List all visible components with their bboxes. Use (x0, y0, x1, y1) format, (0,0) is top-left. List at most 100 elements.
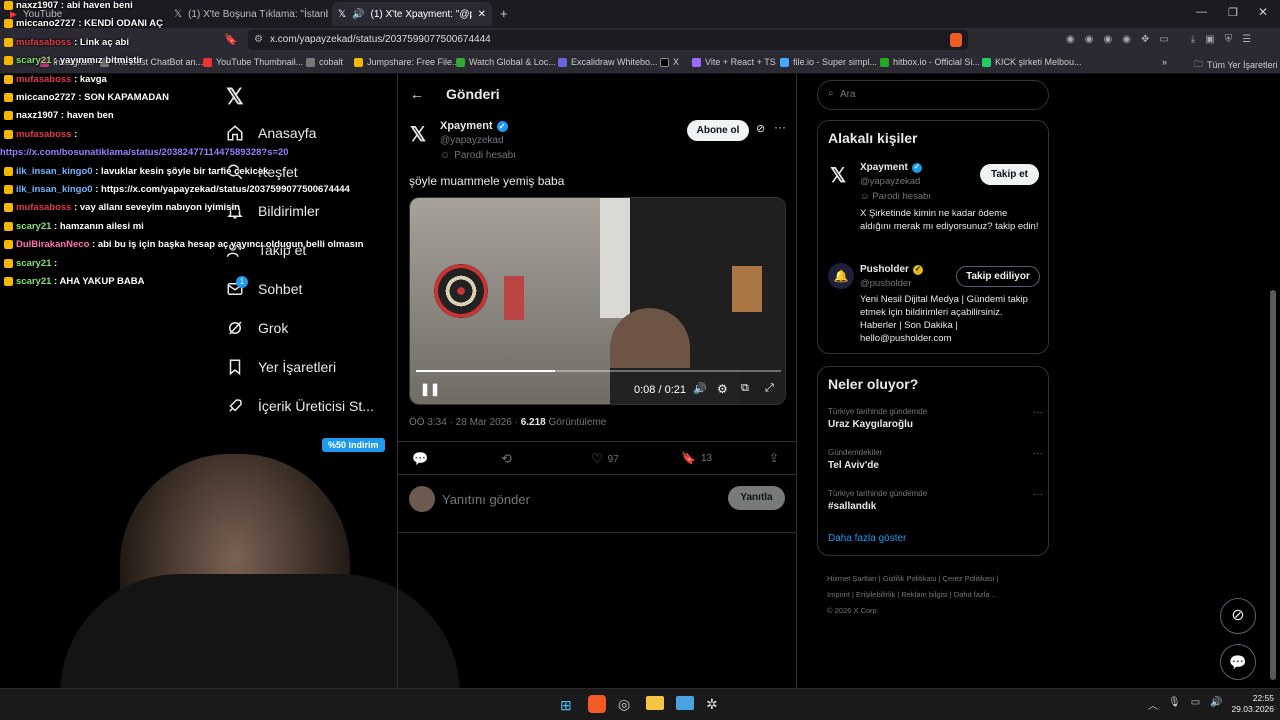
footer-link[interactable]: Erişilebilirlik (856, 590, 895, 599)
chat-username[interactable]: miccano2727 (16, 18, 76, 29)
reply-input[interactable]: Yanıtını gönder (442, 492, 530, 507)
repost-icon[interactable]: ⟲ (501, 451, 512, 467)
chat-username[interactable]: scary21 (16, 55, 51, 66)
footer-link[interactable]: Çerez Politikası (943, 574, 995, 583)
footer-link[interactable]: Hizmet Şartları (827, 574, 877, 583)
pause-icon[interactable]: ❚❚ (420, 382, 440, 396)
puzzle-icon[interactable]: ✥ (1141, 34, 1149, 45)
settings-icon[interactable]: ⚙ (717, 382, 728, 396)
grok-icon[interactable]: ⊘ (756, 122, 765, 135)
avatar[interactable]: 𝕏 (830, 163, 846, 188)
back-arrow-icon[interactable]: ← (410, 86, 424, 102)
nav-grok[interactable]: Grok (226, 319, 288, 337)
bookmark-item[interactable]: Vite + React + TS (692, 57, 776, 67)
author-handle[interactable]: @yapayzekad (440, 135, 504, 146)
network-icon[interactable]: ▭ (1191, 697, 1200, 712)
more-icon[interactable]: ··· (1033, 407, 1043, 418)
pip-icon[interactable]: ⧉ (741, 382, 749, 395)
chat-username[interactable]: mufasaboss (16, 129, 71, 140)
brave-icon[interactable] (588, 695, 606, 713)
chatgpt-icon[interactable]: ✲ (706, 696, 718, 713)
bookmarks-overflow-icon[interactable]: » (1162, 57, 1167, 67)
download-icon[interactable]: ⤓ (1191, 34, 1195, 45)
like-button[interactable]: ♡ 97 (591, 451, 619, 467)
chat-username[interactable]: miccano2727 (16, 92, 76, 103)
chat-username[interactable]: mufasaboss (16, 74, 71, 85)
bookmark-item[interactable]: Excalidraw Whitebo... (558, 57, 658, 67)
trend-item[interactable]: Gündemdekiler Tel Aviv'de ··· (828, 448, 1043, 471)
video-progress-track[interactable] (416, 370, 781, 372)
bell-icon[interactable]: 🔔 (828, 263, 854, 289)
chevron-up-icon[interactable]: ︿ (1148, 697, 1158, 712)
close-tab-icon[interactable]: ✕ (478, 9, 486, 20)
steam-icon[interactable]: ◎ (618, 696, 630, 713)
more-icon[interactable]: ··· (1033, 489, 1043, 500)
nav-creator-studio[interactable]: İçerik Üreticisi St... (226, 397, 374, 415)
menu-icon[interactable]: ☰ (1242, 34, 1251, 45)
fullscreen-icon[interactable]: ⤢ (765, 382, 774, 395)
bookmark-item[interactable]: file.io - Super simpl... (780, 57, 877, 67)
close-window-button[interactable]: ✕ (1258, 5, 1268, 19)
brave-shield-icon[interactable] (950, 33, 962, 47)
footer-link[interactable]: Imprint (827, 590, 850, 599)
chat-username[interactable]: naxz1907 (16, 110, 58, 121)
person-handle[interactable]: @yapayzekad (860, 176, 920, 187)
show-more-link[interactable]: Daha fazla göster (828, 533, 906, 544)
more-icon[interactable]: ··· (1033, 448, 1043, 459)
author-row[interactable]: Xpayment ✓ (440, 120, 508, 132)
extension-icon[interactable]: ◉ (1085, 34, 1094, 45)
chat-username[interactable]: scary21 (16, 221, 51, 232)
chat-username[interactable]: ilk_insan_kingo0 (16, 166, 93, 177)
person-name-row[interactable]: Xpayment ✓ (860, 162, 922, 173)
chat-username[interactable]: mufasaboss (16, 202, 71, 213)
bookmark-item[interactable]: Watch Global & Loc... (456, 57, 556, 67)
app-icon[interactable] (676, 696, 694, 710)
extension-icon[interactable]: ◉ (1066, 34, 1075, 45)
chat-username[interactable]: ilk_insan_kingo0 (16, 184, 93, 195)
bookmark-button[interactable]: 🔖 13 (681, 451, 712, 465)
avatar[interactable] (409, 486, 435, 512)
bookmark-item[interactable]: hitbox.io - Official Si... (880, 57, 980, 67)
microphone-icon[interactable]: 🎙 (1168, 697, 1181, 712)
grok-float-button[interactable]: ⊘ (1220, 598, 1256, 634)
post-timestamp[interactable]: ÖÖ 3:34 · 28 Mar 2026 · (409, 417, 521, 428)
clock[interactable]: 22:55 29.03.2026 (1228, 693, 1274, 715)
avatar[interactable]: 𝕏 (410, 122, 434, 146)
wallet-icon[interactable]: ▣ (1205, 34, 1214, 45)
bookmark-item[interactable]: X (660, 57, 679, 67)
volume-icon[interactable]: 🔊 (693, 382, 707, 395)
minimize-button[interactable]: — (1196, 6, 1207, 18)
vpn-icon[interactable]: ⛨ (1225, 34, 1233, 45)
volume-icon[interactable]: 🔊 (1210, 697, 1222, 712)
follow-button[interactable]: Takip et (980, 164, 1039, 185)
trend-item[interactable]: Türkiye tarihinde gündemde #sallandık ··… (828, 489, 1043, 512)
following-button[interactable]: Takip ediliyor (956, 266, 1040, 287)
sidebar-icon[interactable]: ▭ (1159, 34, 1168, 45)
extension-icon[interactable]: ◉ (1122, 34, 1131, 45)
more-icon[interactable]: ··· (774, 120, 786, 134)
footer-link[interactable]: Gizlilik Politikası (883, 574, 937, 583)
page-scrollbar[interactable] (1270, 290, 1276, 680)
chat-username[interactable]: scary21 (16, 276, 51, 287)
all-bookmarks[interactable]: 🗀 Tüm Yer İşaretleri (1194, 57, 1278, 73)
footer-link[interactable]: Daha fazla ... (954, 590, 998, 599)
chat-username[interactable]: DulBirakanNeco (16, 239, 89, 250)
person-name-row[interactable]: Pusholder ✓ (860, 264, 923, 275)
nav-bookmarks[interactable]: Yer İşaretleri (226, 358, 336, 376)
bookmark-item[interactable]: KICK şirketi Melbou... (982, 57, 1082, 67)
search-input[interactable]: ⌕ Ara (817, 80, 1049, 110)
chat-float-button[interactable]: 💬 (1220, 644, 1256, 680)
person-handle[interactable]: @pusholder (860, 278, 911, 289)
chat-username[interactable]: scary21 (16, 258, 51, 269)
extension-icon[interactable]: ◉ (1103, 34, 1112, 45)
chat-username[interactable]: naxz1907 (16, 0, 58, 11)
reply-icon[interactable]: 💬 (412, 451, 428, 467)
footer-link[interactable]: Reklam bilgisi (901, 590, 947, 599)
chat-username[interactable]: mufasaboss (16, 37, 71, 48)
subscribe-button[interactable]: Abone ol (687, 120, 749, 141)
video-player[interactable]: ❚❚ 0:08 / 0:21 🔊 ⚙ ⧉ ⤢ (409, 197, 786, 405)
share-icon[interactable]: ⇪ (769, 451, 779, 465)
trend-item[interactable]: Türkiye tarihinde gündemde Uraz Kaygılar… (828, 407, 1043, 430)
new-tab-button[interactable]: + (500, 6, 508, 21)
folder-icon[interactable] (646, 696, 664, 710)
